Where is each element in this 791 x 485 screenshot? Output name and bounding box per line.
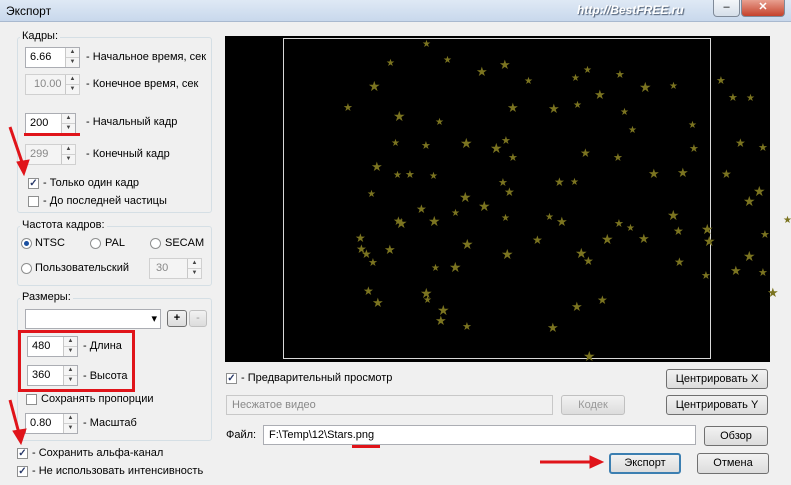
annotation-arrows — [8, 126, 605, 469]
arrow-head — [589, 455, 605, 469]
arrow-head — [12, 428, 27, 446]
arrow-head — [16, 159, 30, 177]
